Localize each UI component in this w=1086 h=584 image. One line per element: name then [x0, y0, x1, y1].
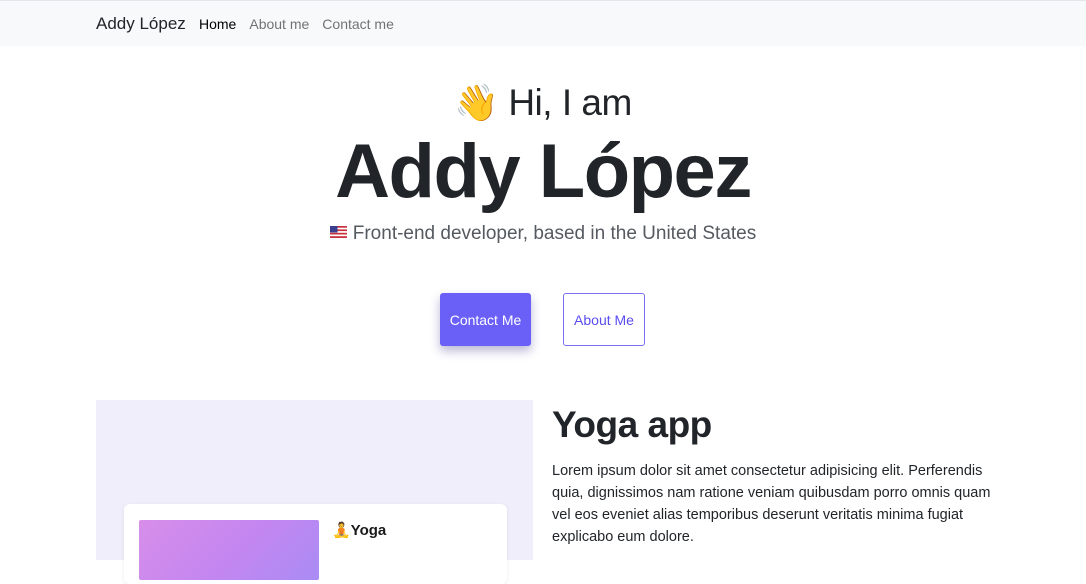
project-description: Lorem ipsum dolor sit amet consectetur a…: [552, 463, 991, 545]
hero-greeting: 👋 Hi, I am: [0, 82, 1086, 124]
nav-link-home[interactable]: Home: [199, 16, 236, 32]
project-title: Yoga app: [552, 404, 712, 445]
yoga-thumbnail: [139, 520, 319, 580]
hero-subtitle: Front-end developer, based in the United…: [0, 223, 1086, 245]
app-preview-card: 🧘Yoga: [124, 504, 507, 584]
greeting-text: Hi, I am: [508, 82, 632, 123]
nav-link-contact[interactable]: Contact me: [322, 16, 394, 32]
nav-links: Home About me Contact me: [199, 16, 394, 32]
app-preview-title: 🧘Yoga: [332, 522, 387, 539]
brand-link[interactable]: Addy López: [96, 14, 186, 34]
waving-hand-icon: 👋: [454, 82, 499, 123]
us-flag-icon: [329, 226, 347, 238]
nav-link-about[interactable]: About me: [249, 16, 309, 32]
hero-name: Addy López: [335, 129, 752, 214]
contact-me-button[interactable]: Contact Me: [440, 293, 531, 346]
project-preview-image: 🧘Yoga: [96, 400, 533, 584]
about-me-button[interactable]: About Me: [563, 293, 645, 346]
subtitle-text: Front-end developer, based in the United…: [352, 223, 757, 244]
navbar: Addy López Home About me Contact me: [0, 0, 1086, 46]
